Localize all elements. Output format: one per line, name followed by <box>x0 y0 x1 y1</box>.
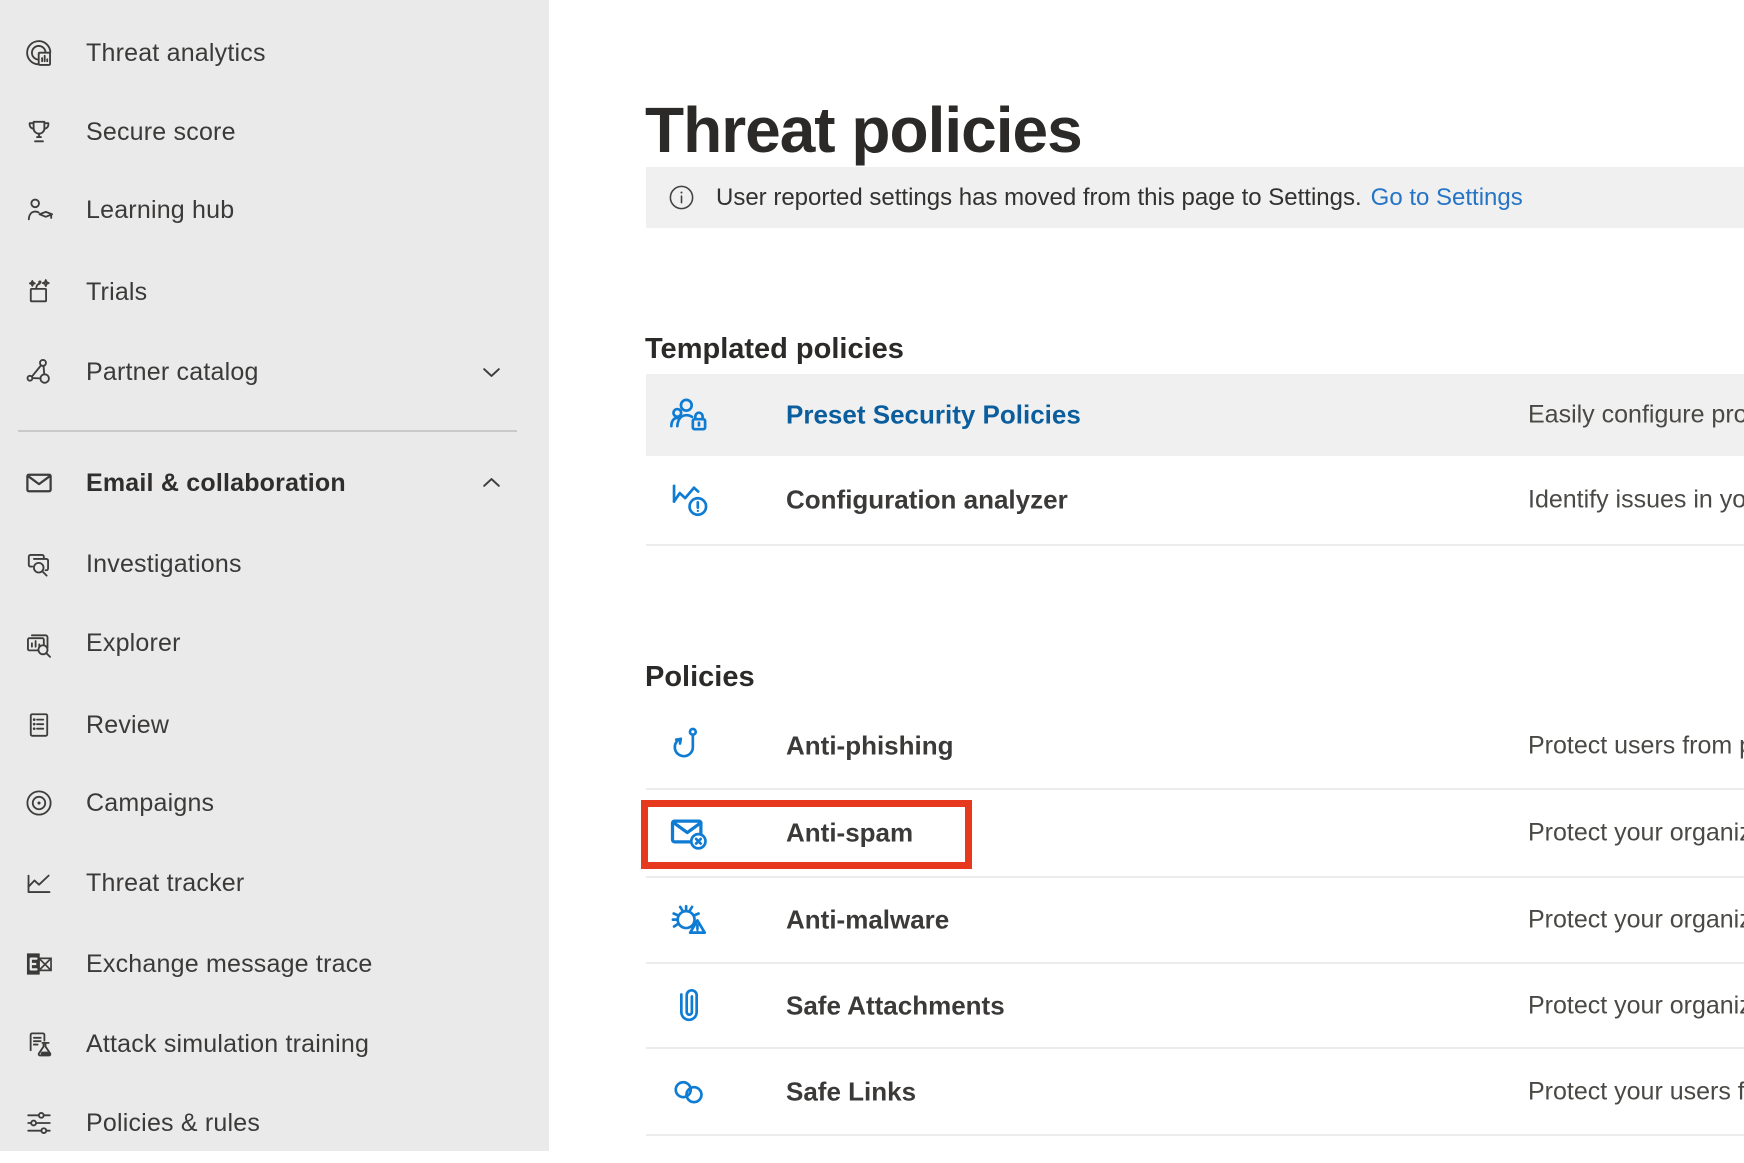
anti-phishing-link[interactable]: Anti-phishing <box>786 731 954 762</box>
safe-attachments-link[interactable]: Safe Attachments <box>786 990 1005 1021</box>
envelope-icon <box>22 466 56 500</box>
preset-security-policies-link[interactable]: Preset Security Policies <box>786 400 1081 431</box>
target-icon <box>22 786 56 820</box>
sidebar-item-threat-analytics[interactable]: Threat analytics <box>0 13 549 93</box>
row-safe-links[interactable]: Safe Links Protect your users fr <box>646 1048 1744 1135</box>
sidebar-item-campaigns[interactable]: Campaigns <box>0 763 549 843</box>
sliders-icon <box>22 1106 56 1140</box>
row-divider <box>646 1134 1744 1136</box>
row-description: Protect your users fr <box>1528 1077 1744 1106</box>
sidebar-item-policies-rules[interactable]: Policies & rules <box>0 1083 549 1163</box>
sidebar-item-email-collaboration[interactable]: Email & collaboration <box>0 443 549 523</box>
trophy-icon <box>22 115 56 149</box>
row-description: Identify issues in you <box>1528 486 1744 515</box>
sidebar-item-partner-catalog[interactable]: Partner catalog <box>0 332 549 412</box>
chain-links-icon <box>666 1069 712 1115</box>
sidebar-item-label: Attack simulation training <box>86 1030 369 1059</box>
sidebar-item-label: Email & collaboration <box>86 469 346 498</box>
sidebar-item-label: Explorer <box>86 629 181 658</box>
chevron-up-icon[interactable] <box>478 470 505 497</box>
templated-policies-heading: Templated policies <box>645 333 904 366</box>
row-configuration-analyzer[interactable]: Configuration analyzer Identify issues i… <box>646 456 1744 544</box>
sidebar-item-label: Threat analytics <box>86 39 266 68</box>
sidebar-item-label: Threat tracker <box>86 869 244 898</box>
chart-doc-magnifier-icon <box>22 626 56 660</box>
sidebar-item-label: Campaigns <box>86 789 214 818</box>
sidebar-item-review[interactable]: Review <box>0 685 549 765</box>
threat-analytics-icon <box>22 36 56 70</box>
list-document-icon <box>22 708 56 742</box>
policies-heading: Policies <box>645 661 755 694</box>
sidebar-item-secure-score[interactable]: Secure score <box>0 92 549 172</box>
sidebar-item-label: Secure score <box>86 118 236 147</box>
gift-sparkles-icon <box>22 275 56 309</box>
document-flask-icon <box>22 1027 56 1061</box>
left-navigation: Threat analytics Secure score Learning h… <box>0 0 549 1151</box>
chevron-down-icon[interactable] <box>478 359 505 386</box>
paperclip-icon <box>666 983 712 1029</box>
sidebar-item-label: Review <box>86 711 169 740</box>
bug-warning-icon <box>666 897 712 943</box>
sidebar-item-attack-simulation-training[interactable]: Attack simulation training <box>0 1004 549 1084</box>
fish-hook-icon <box>666 723 712 769</box>
row-preset-security-policies[interactable]: Preset Security Policies Easily configur… <box>646 374 1744 456</box>
sidebar-item-label: Trials <box>86 278 147 307</box>
people-lock-icon <box>666 392 712 438</box>
row-description: Protect your organiz <box>1528 819 1744 848</box>
sidebar-item-exchange-message-trace[interactable]: Exchange message trace <box>0 924 549 1004</box>
anti-malware-link[interactable]: Anti-malware <box>786 905 949 936</box>
info-icon <box>667 183 696 212</box>
sidebar-divider <box>18 430 517 432</box>
sidebar-item-threat-tracker[interactable]: Threat tracker <box>0 843 549 923</box>
graduate-person-icon <box>22 193 56 227</box>
info-banner: User reported settings has moved from th… <box>646 167 1744 228</box>
row-description: Easily configure prot <box>1528 401 1744 430</box>
row-anti-malware[interactable]: Anti-malware Protect your organiz <box>646 877 1744 963</box>
row-anti-phishing[interactable]: Anti-phishing Protect users from p <box>646 703 1744 789</box>
anti-spam-link[interactable]: Anti-spam <box>786 818 913 849</box>
sidebar-item-label: Learning hub <box>86 196 234 225</box>
row-description: Protect your organiz <box>1528 906 1744 935</box>
row-anti-spam[interactable]: Anti-spam Protect your organiz <box>646 789 1744 877</box>
sidebar-item-label: Policies & rules <box>86 1109 260 1138</box>
documents-magnifier-icon <box>22 547 56 581</box>
go-to-settings-link[interactable]: Go to Settings <box>1371 184 1523 212</box>
row-description: Protect users from p <box>1528 732 1744 761</box>
configuration-analyzer-link[interactable]: Configuration analyzer <box>786 485 1068 516</box>
sidebar-item-label: Partner catalog <box>86 358 259 387</box>
sidebar-item-explorer[interactable]: Explorer <box>0 603 549 683</box>
sidebar-item-investigations[interactable]: Investigations <box>0 524 549 604</box>
row-divider <box>646 544 1744 546</box>
sidebar-item-trials[interactable]: Trials <box>0 252 549 332</box>
row-description: Protect your organiz <box>1528 991 1744 1020</box>
exchange-logo-icon <box>22 947 56 981</box>
row-safe-attachments[interactable]: Safe Attachments Protect your organiz <box>646 963 1744 1048</box>
sidebar-item-label: Exchange message trace <box>86 950 373 979</box>
sidebar-item-label: Investigations <box>86 550 242 579</box>
banner-message: User reported settings has moved from th… <box>716 184 1362 212</box>
molecule-icon <box>22 355 56 389</box>
line-chart-icon <box>22 866 56 900</box>
sidebar-item-learning-hub[interactable]: Learning hub <box>0 170 549 250</box>
safe-links-link[interactable]: Safe Links <box>786 1076 916 1107</box>
page-title: Threat policies <box>645 93 1082 167</box>
chart-alert-icon <box>666 477 712 523</box>
envelope-block-icon <box>666 810 712 856</box>
